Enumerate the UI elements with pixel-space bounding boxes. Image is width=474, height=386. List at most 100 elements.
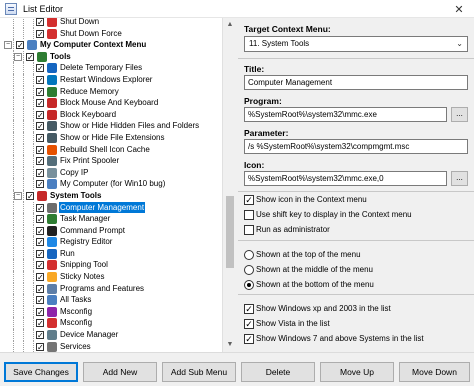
tree-item[interactable]: ✓ Restart Windows Explorer <box>0 73 222 86</box>
target-context-menu-select[interactable]: 11. System Tools ⌄ <box>244 36 468 52</box>
move-down-button[interactable]: Move Down <box>399 362 470 382</box>
program-input[interactable]: %SystemRoot%\system32\mmc.exe <box>244 107 447 122</box>
tree-item-checkbox[interactable]: ✓ <box>36 133 44 142</box>
tree-item-checkbox[interactable]: ✓ <box>36 203 44 212</box>
radio-icon[interactable] <box>244 264 254 275</box>
save-changes-button[interactable]: Save Changes <box>4 362 78 382</box>
tree-item-checkbox[interactable]: ✓ <box>36 75 44 84</box>
tree-item[interactable]: ✓ Services <box>0 340 222 352</box>
icon-browse-button[interactable]: ... <box>451 171 468 186</box>
tree-item-checkbox[interactable]: ✓ <box>36 331 44 340</box>
tree-item[interactable]: ✓ Programs and Features <box>0 282 222 295</box>
tree-item[interactable]: ✓ Run <box>0 247 222 260</box>
option-checkbox[interactable]: Run as administrator <box>244 224 330 236</box>
add-sub-menu-button[interactable]: Add Sub Menu <box>162 362 236 382</box>
tree-item[interactable]: ✓ Command Prompt <box>0 224 222 237</box>
checkbox-icon[interactable]: ✓ <box>244 318 254 329</box>
option-checkbox[interactable]: ✓ Show icon in the Context menu <box>244 194 367 206</box>
tree-item-checkbox[interactable]: ✓ <box>36 18 44 27</box>
tree-item[interactable]: ✓ Registry Editor <box>0 236 222 248</box>
option-checkbox[interactable]: Use shift key to display in the Context … <box>244 209 412 221</box>
tree-item-checkbox[interactable]: ✓ <box>36 284 44 293</box>
tree-guide-line <box>33 282 34 295</box>
tree-item-checkbox[interactable]: ✓ <box>36 215 44 224</box>
tree-item[interactable]: ✓ Sticky Notes <box>0 271 222 283</box>
tree-item[interactable]: ✓ Task Manager <box>0 213 222 225</box>
move-up-button[interactable]: Move Up <box>320 362 394 382</box>
option-checkbox[interactable]: ✓ Show Vista in the list <box>244 318 330 330</box>
tree-item[interactable]: ✓ Msconfig <box>0 317 222 330</box>
tree-item[interactable]: ✓ Fix Print Spooler <box>0 155 222 167</box>
menu-position-radio[interactable]: Shown at the bottom of the menu <box>244 279 374 291</box>
tree-item-checkbox[interactable]: ✓ <box>36 261 44 270</box>
tree-item-checkbox[interactable]: ✓ <box>26 52 34 61</box>
tree-item-checkbox[interactable]: ✓ <box>36 319 44 328</box>
tree-item-checkbox[interactable]: ✓ <box>36 64 44 73</box>
tree-item[interactable]: ✓ Show or Hide File Extensions <box>0 131 222 144</box>
tree-item[interactable]: ✓ Device Manager <box>0 329 222 341</box>
tree-item-checkbox[interactable]: ✓ <box>36 238 44 247</box>
option-checkbox[interactable]: ✓ Show Windows 7 and above Systems in the… <box>244 333 424 345</box>
tree-item[interactable]: ✓ Copy IP <box>0 166 222 179</box>
tree-item-checkbox[interactable]: ✓ <box>36 87 44 96</box>
menu-position-radio[interactable]: Shown at the top of the menu <box>244 249 361 261</box>
collapse-icon[interactable]: − <box>4 41 12 50</box>
checkbox-icon[interactable] <box>244 224 254 235</box>
tree-item-checkbox[interactable]: ✓ <box>36 307 44 316</box>
collapse-icon[interactable]: − <box>14 52 22 61</box>
checkbox-icon[interactable]: ✓ <box>244 333 254 344</box>
tree-item-checkbox[interactable]: ✓ <box>36 29 44 38</box>
option-checkbox[interactable]: ✓ Show Windows xp and 2003 in the list <box>244 303 391 315</box>
tree-item[interactable]: ✓ Computer Management <box>0 201 222 214</box>
tree-item-checkbox[interactable]: ✓ <box>36 226 44 235</box>
tree-item[interactable]: ✓ Block Mouse And Keyboard <box>0 97 222 109</box>
checkbox-icon[interactable] <box>244 209 254 220</box>
parameter-input[interactable]: /s %SystemRoot%\system32\compmgmt.msc <box>244 139 468 154</box>
title-input[interactable]: Computer Management <box>244 75 468 90</box>
tree-item[interactable]: − ✓ Tools <box>0 50 222 63</box>
tree-item-checkbox[interactable]: ✓ <box>36 145 44 154</box>
scroll-thumb[interactable] <box>226 196 234 268</box>
tree-item[interactable]: − ✓ System Tools <box>0 189 222 202</box>
radio-icon[interactable] <box>244 249 254 260</box>
tree-item-checkbox[interactable]: ✓ <box>36 122 44 131</box>
scroll-up-arrow-icon[interactable]: ▲ <box>223 18 237 32</box>
tree-item[interactable]: − ✓ My Computer Context Menu <box>0 39 222 51</box>
tree-item[interactable]: ✓ Show or Hide Hidden Files and Folders <box>0 120 222 132</box>
program-browse-button[interactable]: ... <box>451 107 468 122</box>
tree-item-checkbox[interactable]: ✓ <box>36 273 44 282</box>
tree-item[interactable]: ✓ Snipping Tool <box>0 259 222 272</box>
tree-item[interactable]: ✓ All Tasks <box>0 294 222 306</box>
tree-item-checkbox[interactable]: ✓ <box>36 249 44 258</box>
close-button[interactable]: ✕ <box>444 0 474 18</box>
tree-item[interactable]: ✓ Msconfig <box>0 305 222 318</box>
tree-item-checkbox[interactable]: ✓ <box>16 41 24 50</box>
tree-item-checkbox[interactable]: ✓ <box>36 342 44 351</box>
tree-item-checkbox[interactable]: ✓ <box>36 296 44 305</box>
checkbox-icon[interactable]: ✓ <box>244 194 254 205</box>
tree-item[interactable]: ✓ Block Keyboard <box>0 108 222 121</box>
delete-button[interactable]: Delete <box>241 362 315 382</box>
tree-item-checkbox[interactable]: ✓ <box>36 168 44 177</box>
scroll-down-arrow-icon[interactable]: ▼ <box>223 338 237 352</box>
tree-item[interactable]: ✓ My Computer (for Win10 bug) <box>0 178 222 190</box>
checkbox-icon[interactable]: ✓ <box>244 303 254 314</box>
tree-item[interactable]: ✓ Rebuild Shell Icon Cache <box>0 143 222 156</box>
tree-item[interactable]: ✓ Shut Down <box>0 18 222 28</box>
collapse-icon[interactable]: − <box>14 191 22 200</box>
tree-item-checkbox[interactable]: ✓ <box>36 180 44 189</box>
tree-item-checkbox[interactable]: ✓ <box>36 99 44 108</box>
tree-item-checkbox[interactable]: ✓ <box>36 157 44 166</box>
tree-item[interactable]: ✓ Delete Temporary Files <box>0 62 222 74</box>
tree-item-checkbox[interactable]: ✓ <box>26 191 34 200</box>
scissors-icon <box>47 260 57 271</box>
tree-item[interactable]: ✓ Reduce Memory <box>0 85 222 98</box>
tree-item[interactable]: ✓ Shut Down Force <box>0 27 222 40</box>
add-new-button[interactable]: Add New <box>83 362 157 382</box>
menu-tree[interactable]: ✓ Shut Down ✓ Shut Down Force − ✓ My Computer … <box>0 18 236 352</box>
radio-icon[interactable] <box>244 279 254 290</box>
tree-scrollbar[interactable]: ▲ ▼ <box>222 18 236 352</box>
tree-item-checkbox[interactable]: ✓ <box>36 110 44 119</box>
menu-position-radio[interactable]: Shown at the middle of the menu <box>244 264 373 276</box>
icon-input[interactable]: %SystemRoot%\system32\mmc.exe,0 <box>244 171 447 186</box>
